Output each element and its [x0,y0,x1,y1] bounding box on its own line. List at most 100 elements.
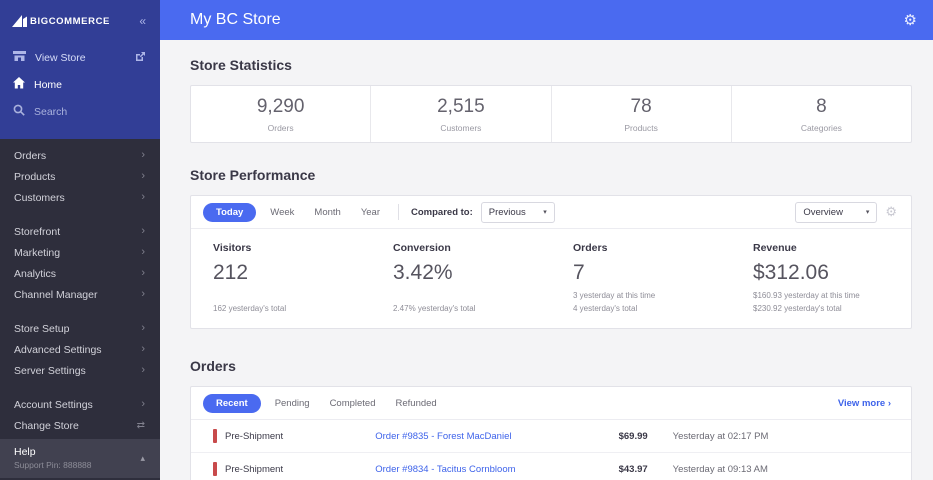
metric-note: 4 yesterday's total [573,304,638,313]
stat-value: 78 [630,95,652,117]
sidebar-collapse-button[interactable]: « [139,14,146,28]
sidebar-help[interactable]: Help Support Pin: 888888 ▴ [0,439,160,478]
sidebar-item-label: Products [14,170,56,183]
sidebar-item-label: Search [34,105,68,118]
settings-gear-icon[interactable]: ⚙︎ [904,13,917,28]
top-bar: My BC Store ⚙︎ [160,0,933,40]
tab-week[interactable]: Week [264,203,300,222]
metric-notes: 3 yesterday at this time 4 yesterday's t… [573,289,731,315]
metric-notes: 2.47% yesterday's total [393,302,551,315]
view-more-label: View more [837,397,886,409]
tab-refunded[interactable]: Refunded [390,394,443,413]
tab-completed[interactable]: Completed [324,394,382,413]
chevron-right-icon: › [141,288,145,300]
metric-value: 3.42% [393,261,453,284]
tab-year[interactable]: Year [355,203,386,222]
stat-orders[interactable]: 9,290 Orders [191,86,372,142]
metric-note: $160.93 yesterday at this time [753,291,860,300]
performance-toolbar: Today Week Month Year Compared to: Previ… [191,196,911,229]
sidebar-item-advanced-settings[interactable]: Advanced Settings › [0,339,160,360]
sidebar-item-label: View Store [35,51,86,64]
order-amount: $43.97 [618,463,648,475]
sidebar-item-storefront[interactable]: Storefront › [0,221,160,242]
sidebar-item-label: Customers [14,191,65,204]
view-more-link[interactable]: View more › [838,398,891,409]
stat-products[interactable]: 78 Products [552,86,732,142]
metric-label: Visitors [213,242,252,254]
order-link[interactable]: Order #9835 - Forest MacDaniel [375,431,618,442]
sidebar-item-label: Store Setup [14,322,70,335]
orders-section-title: Orders [190,358,236,374]
performance-metrics: Visitors 212 162 yesterday's total Conve… [191,229,911,328]
compared-to-select[interactable]: Previous ▾ [480,201,555,223]
metric-notes: 162 yesterday's total [213,302,371,315]
performance-gear-icon[interactable]: ⚙︎ [885,204,897,220]
view-select[interactable]: Overview ▾ [795,201,878,223]
chevron-right-icon: › [141,246,145,258]
status-label: Pre-Shipment [225,463,284,475]
sidebar-item-label: Server Settings [14,364,86,377]
storefront-icon [13,50,26,65]
stat-categories[interactable]: 8 Categories [732,86,911,142]
main-content: Store Statistics 9,290 Orders 2,515 Cust… [160,40,933,480]
chevron-right-icon: › [141,343,145,355]
tab-today[interactable]: Today [203,202,257,222]
metric-note: $230.92 yesterday's total [753,304,842,313]
status-indicator [213,429,217,443]
sidebar-item-store-setup[interactable]: Store Setup › [0,318,160,339]
order-amount: $69.99 [618,430,648,442]
chevron-right-icon: › [141,364,145,376]
sidebar-item-customers[interactable]: Customers › [0,187,160,208]
sidebar-item-label: Analytics [14,267,57,280]
nav-group-catalog: Orders › Products › Customers › [0,145,160,208]
chevron-right-icon: › [141,322,145,334]
view-value: Overview [803,206,843,218]
sidebar-item-products[interactable]: Products › [0,166,160,187]
table-row[interactable]: Pre-Shipment Order #9835 - Forest MacDan… [191,420,911,453]
sidebar-item-label: Channel Manager [14,288,98,301]
toolbar-divider [398,204,400,220]
sidebar-item-label: Account Settings [14,398,93,411]
sidebar-item-search[interactable]: Search [0,98,160,125]
sidebar-item-home[interactable]: Home [0,71,160,98]
performance-section-title: Store Performance [190,167,316,183]
sidebar-nav: Orders › Products › Customers › Storefront ›… [0,139,160,457]
chevron-right-icon: › [141,170,145,182]
metric-value: 7 [573,261,585,284]
sidebar-item-server-settings[interactable]: Server Settings › [0,360,160,381]
sidebar-item-orders[interactable]: Orders › [0,145,160,166]
stat-label: Orders [267,122,294,133]
sidebar: BIGCOMMERCE « View Store Home Search Ord… [0,0,160,480]
table-row[interactable]: Pre-Shipment Order #9834 - Tacitus Cornb… [191,453,911,480]
tab-month[interactable]: Month [308,203,346,222]
sidebar-item-label: Advanced Settings [14,343,102,356]
sidebar-item-marketing[interactable]: Marketing › [0,242,160,263]
support-pin: Support Pin: 888888 [14,460,92,470]
store-title: My BC Store [190,11,281,28]
stat-customers[interactable]: 2,515 Customers [371,86,552,142]
stats-section-title: Store Statistics [190,57,292,73]
tab-recent[interactable]: Recent [203,393,261,413]
sidebar-item-change-store[interactable]: Change Store ⇄ [0,415,160,436]
status-indicator [213,462,217,476]
order-time: Yesterday at 02:17 PM [672,430,769,442]
nav-group-channels: Storefront › Marketing › Analytics › Channe… [0,221,160,305]
sidebar-item-account-settings[interactable]: Account Settings › [0,394,160,415]
external-link-icon [135,51,146,65]
stat-value: 8 [816,95,827,117]
metric-conversion: Conversion 3.42% 2.47% yesterday's total [371,242,551,315]
stat-label: Products [624,122,658,133]
metric-label: Revenue [753,242,797,254]
tab-pending[interactable]: Pending [269,394,316,413]
metric-note: 162 yesterday's total [213,304,287,313]
help-label: Help [14,446,36,458]
sidebar-item-view-store[interactable]: View Store [0,44,160,71]
sidebar-item-analytics[interactable]: Analytics › [0,263,160,284]
sidebar-item-label: Change Store [14,419,79,432]
search-icon [13,104,25,119]
order-time: Yesterday at 09:13 AM [672,463,768,475]
bigcommerce-logo[interactable]: BIGCOMMERCE [12,15,110,27]
order-link[interactable]: Order #9834 - Tacitus Cornbloom [375,464,618,475]
stat-label: Customers [440,122,482,133]
sidebar-item-channel-manager[interactable]: Channel Manager › [0,284,160,305]
